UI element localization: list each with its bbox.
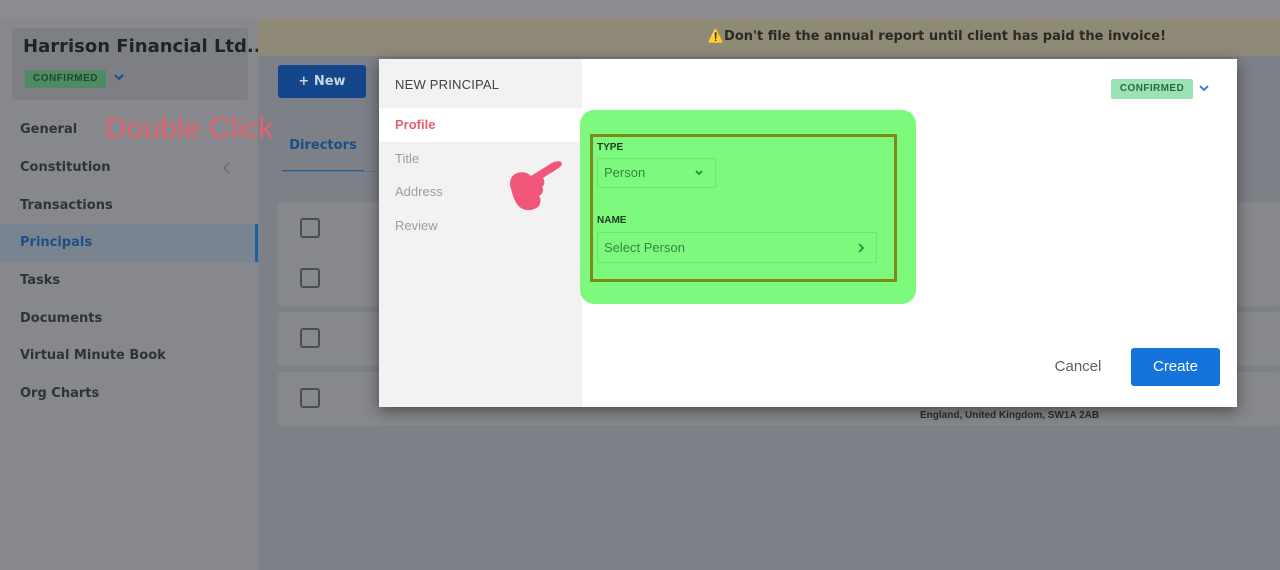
tab-directors[interactable]: Directors — [282, 132, 364, 172]
chevron-down-icon — [695, 170, 703, 176]
modal-steps-panel: NEW PRINCIPAL Profile Title Address Revi… — [379, 59, 582, 407]
type-select[interactable]: Person — [597, 158, 716, 188]
plus-icon: + — [298, 74, 310, 89]
step-review[interactable]: Review — [379, 209, 582, 243]
new-principal-modal: NEW PRINCIPAL Profile Title Address Revi… — [379, 59, 1237, 407]
sidebar: Harrison Financial Ltd... CONFIRMED Gene… — [0, 18, 267, 570]
new-button[interactable]: + New — [278, 65, 366, 98]
tab-divider — [282, 171, 380, 172]
cancel-button[interactable]: Cancel — [1045, 349, 1111, 385]
row-checkbox[interactable] — [300, 218, 320, 238]
sidebar-item-virtual-minute-book[interactable]: Virtual Minute Book — [0, 337, 258, 375]
chevron-left-icon — [222, 162, 230, 174]
warning-banner-text: ⚠️Don't file the annual report until cli… — [707, 29, 1166, 44]
sidebar-item-org-charts[interactable]: Org Charts — [0, 375, 258, 413]
type-label: TYPE — [597, 142, 624, 153]
chevron-down-icon[interactable] — [1197, 81, 1211, 95]
modal-status-badge: CONFIRMED — [1111, 79, 1193, 99]
sidebar-item-constitution[interactable]: Constitution — [0, 149, 258, 187]
create-button[interactable]: Create — [1131, 348, 1220, 386]
name-select[interactable]: Select Person — [597, 232, 877, 263]
form-highlight: TYPE Person NAME Select Person — [580, 110, 916, 304]
sidebar-item-tasks[interactable]: Tasks — [0, 262, 258, 300]
pointing-hand-icon — [510, 161, 562, 211]
company-card[interactable]: Harrison Financial Ltd... CONFIRMED — [12, 28, 267, 100]
row-checkbox[interactable] — [300, 388, 320, 408]
double-click-annotation: Double Click — [105, 112, 274, 145]
warning-banner: ⚠️Don't file the annual report until cli… — [258, 18, 1280, 56]
sidebar-item-principals[interactable]: Principals — [0, 224, 258, 262]
row-address: England, United Kingdom, SW1A 2AB — [920, 410, 1100, 421]
modal-title: NEW PRINCIPAL — [395, 77, 500, 92]
row-checkbox[interactable] — [300, 268, 320, 288]
chevron-down-icon[interactable] — [112, 70, 126, 84]
sidebar-item-documents[interactable]: Documents — [0, 300, 258, 338]
window-top-strip — [0, 0, 1280, 18]
sidebar-item-transactions[interactable]: Transactions — [0, 187, 258, 225]
step-profile[interactable]: Profile — [379, 108, 582, 142]
company-name: Harrison Financial Ltd... — [23, 36, 268, 57]
name-label: NAME — [597, 215, 627, 226]
company-status-badge: CONFIRMED — [25, 70, 106, 88]
chevron-right-icon — [858, 243, 865, 253]
row-checkbox[interactable] — [300, 328, 320, 348]
